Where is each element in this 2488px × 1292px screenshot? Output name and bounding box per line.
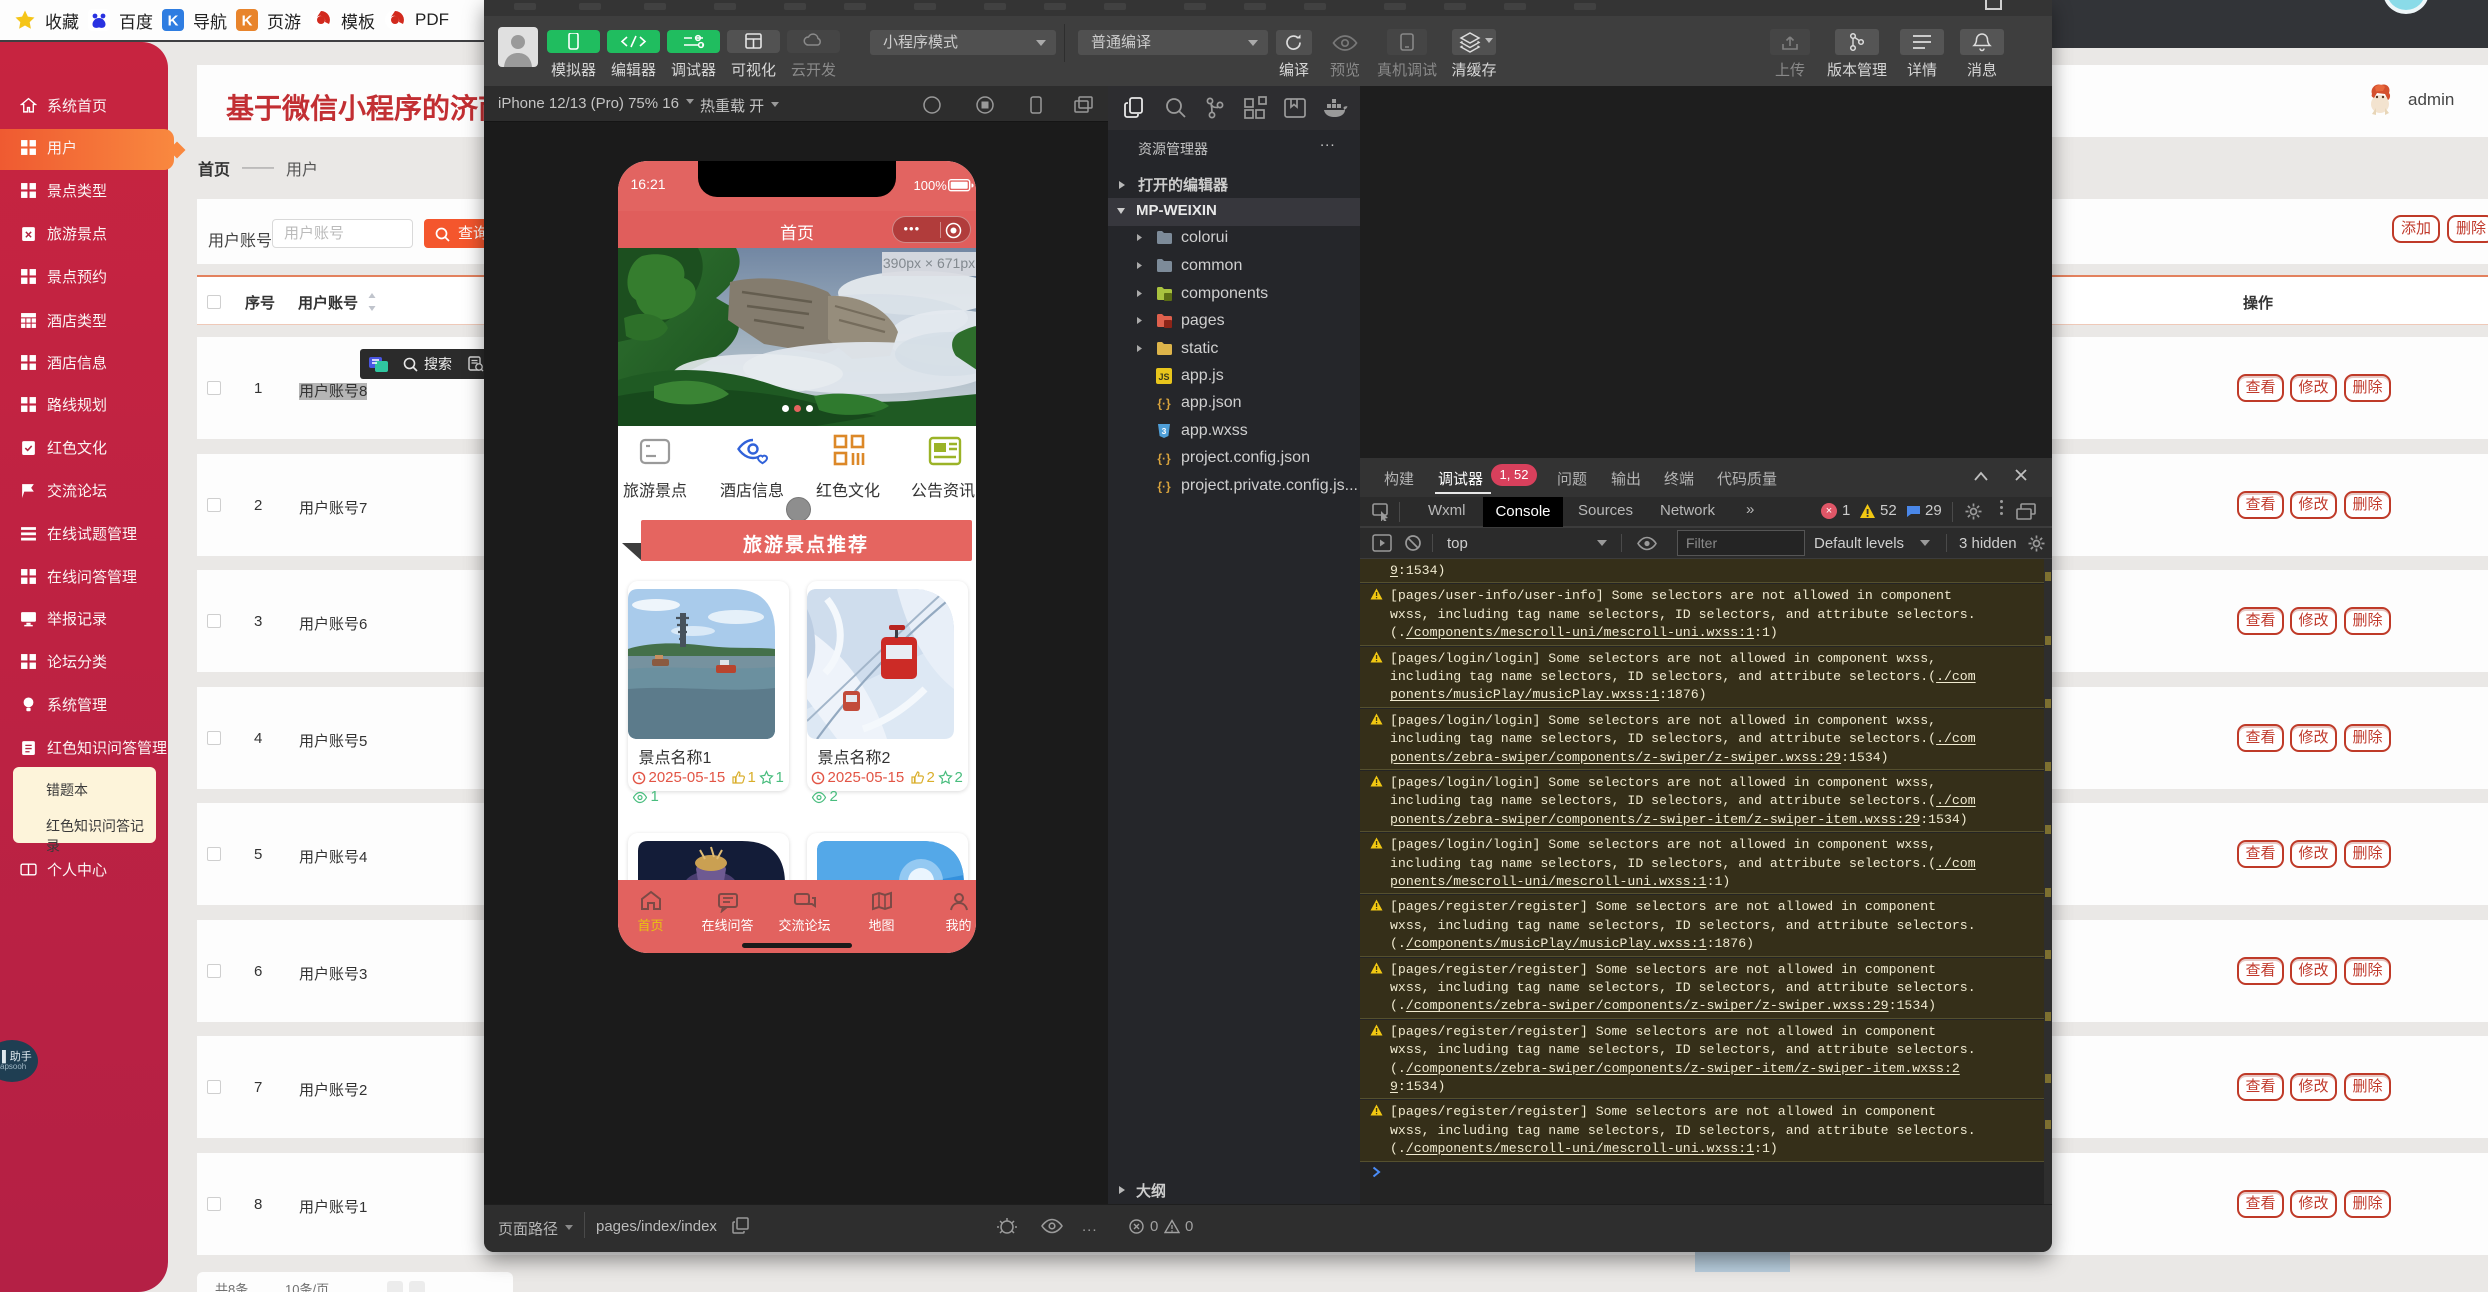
svg-text:3: 3	[1162, 426, 1167, 436]
svg-text:{·}: {·}	[1157, 452, 1171, 466]
svg-text:K: K	[168, 13, 179, 30]
svg-text:JS: JS	[1158, 372, 1169, 382]
svg-text:{·}: {·}	[1157, 480, 1171, 494]
svg-text:K: K	[242, 13, 253, 30]
svg-text:{·}: {·}	[1157, 397, 1171, 411]
